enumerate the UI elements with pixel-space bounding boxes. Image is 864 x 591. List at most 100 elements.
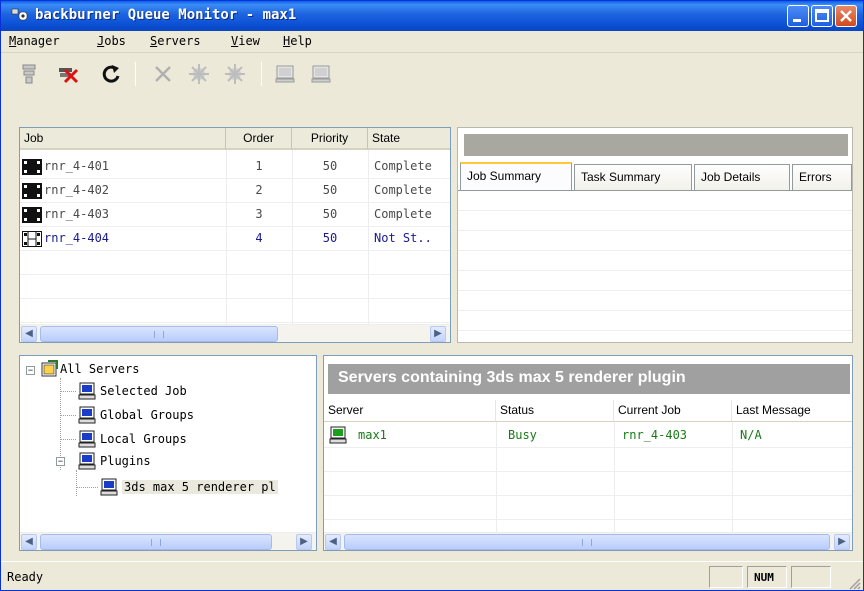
tree-item-label: Plugins bbox=[100, 454, 151, 468]
scrollbar-thumb[interactable] bbox=[40, 326, 278, 342]
server-current-job: rnr_4-403 bbox=[622, 428, 688, 442]
close-button[interactable] bbox=[835, 5, 857, 27]
job-summary-content bbox=[458, 190, 852, 342]
server-icon[interactable] bbox=[309, 62, 333, 86]
job-priority: 50 bbox=[322, 231, 338, 245]
job-name: rnr_4-401 bbox=[44, 159, 110, 173]
server-group-icon bbox=[41, 360, 58, 377]
collapse-all-servers-toggle[interactable]: − bbox=[26, 366, 35, 375]
scrollbar-thumb[interactable] bbox=[344, 534, 830, 550]
menu-view-label: iew bbox=[238, 34, 260, 48]
column-header-last-message[interactable]: Last Message bbox=[732, 400, 852, 422]
scroll-left-button[interactable]: ◀ bbox=[21, 326, 37, 342]
job-name: rnr_4-403 bbox=[44, 207, 110, 221]
menu-jobs[interactable]: Jobs bbox=[97, 34, 126, 48]
tree-connector bbox=[60, 391, 76, 392]
table-row-empty bbox=[20, 299, 450, 323]
job-list[interactable]: Job Order Priority State rnr_4-401 1 50 … bbox=[19, 127, 451, 343]
tab-job-summary[interactable]: Job Summary bbox=[460, 162, 572, 191]
server-row[interactable]: max1 Busy rnr_4-403 N/A bbox=[324, 424, 852, 448]
menu-servers[interactable]: Servers bbox=[150, 34, 201, 48]
job-detail-header bbox=[464, 134, 848, 156]
server-row-empty bbox=[324, 496, 852, 520]
scroll-right-button[interactable]: ▶ bbox=[430, 326, 446, 342]
scroll-right-button[interactable]: ▶ bbox=[296, 534, 312, 550]
tree-item-3ds-max-plugin[interactable]: 3ds max 5 renderer pl bbox=[100, 478, 316, 498]
tree-item-all-servers-label: All Servers bbox=[60, 362, 140, 376]
window-title: backburner Queue Monitor - max1 bbox=[35, 7, 297, 23]
column-header-status[interactable]: Status bbox=[496, 400, 614, 422]
horizontal-scrollbar[interactable]: ◀ ▶ bbox=[324, 532, 852, 550]
refresh-icon[interactable] bbox=[99, 62, 123, 86]
status-text: Ready bbox=[7, 570, 44, 584]
job-priority: 50 bbox=[322, 159, 338, 173]
scroll-left-button[interactable]: ◀ bbox=[21, 534, 37, 550]
backburner-app-icon bbox=[11, 8, 28, 21]
server-tree[interactable]: − All Servers Selected Job Global Groups… bbox=[19, 355, 317, 551]
minimize-icon bbox=[793, 19, 801, 22]
table-row[interactable]: rnr_4-403 3 50 Complete bbox=[20, 203, 450, 227]
tab-job-details[interactable]: Job Details bbox=[694, 164, 790, 190]
table-row-empty bbox=[20, 275, 450, 299]
scrollbar-thumb[interactable] bbox=[40, 534, 272, 550]
toolbar bbox=[1, 54, 863, 120]
deactivate-icon[interactable] bbox=[223, 62, 247, 86]
job-order: 3 bbox=[255, 207, 263, 221]
status-pane-empty bbox=[791, 566, 831, 588]
server-status: Busy bbox=[508, 428, 537, 442]
collapse-plugins-toggle[interactable]: − bbox=[56, 457, 65, 466]
job-state: Complete bbox=[374, 159, 432, 173]
horizontal-scrollbar[interactable]: ◀ ▶ bbox=[20, 532, 316, 550]
server-busy-icon bbox=[329, 426, 347, 444]
maximize-button[interactable] bbox=[811, 5, 833, 27]
job-order: 2 bbox=[255, 183, 263, 197]
maximize-icon bbox=[815, 9, 829, 22]
server-list-heading: Servers containing 3ds max 5 renderer pl… bbox=[328, 364, 850, 394]
scroll-left-button[interactable]: ◀ bbox=[325, 534, 341, 550]
num-lock-indicator: NUM bbox=[747, 566, 787, 588]
tab-errors[interactable]: Errors bbox=[792, 164, 852, 190]
menu-help[interactable]: Help bbox=[283, 34, 312, 48]
server-row-empty bbox=[324, 448, 852, 472]
server-list-panel: Servers containing 3ds max 5 renderer pl… bbox=[323, 355, 853, 551]
job-state: Not St.. bbox=[374, 231, 432, 245]
resize-grip-icon[interactable] bbox=[847, 576, 861, 590]
table-row[interactable]: rnr_4-401 1 50 Complete bbox=[20, 155, 450, 179]
remove-icon[interactable] bbox=[151, 62, 175, 86]
menu-jobs-label: obs bbox=[104, 34, 126, 48]
column-header-job[interactable]: Job bbox=[20, 128, 226, 150]
minimize-button[interactable] bbox=[787, 5, 809, 27]
column-header-priority[interactable]: Priority bbox=[292, 128, 368, 150]
tab-task-summary[interactable]: Task Summary bbox=[574, 164, 692, 190]
menu-view[interactable]: View bbox=[231, 34, 260, 48]
menu-servers-label: ervers bbox=[157, 34, 201, 48]
horizontal-scrollbar[interactable]: ◀ ▶ bbox=[20, 324, 450, 342]
menu-manager[interactable]: Manager bbox=[9, 34, 60, 48]
film-icon bbox=[22, 207, 42, 223]
tree-connector bbox=[76, 487, 98, 488]
job-order: 1 bbox=[255, 159, 263, 173]
disconnect-icon[interactable] bbox=[17, 62, 41, 86]
server-icon[interactable] bbox=[273, 62, 297, 86]
computer-icon bbox=[78, 382, 96, 400]
film-icon bbox=[22, 183, 42, 199]
film-icon bbox=[22, 159, 42, 175]
scroll-right-button[interactable]: ▶ bbox=[834, 534, 850, 550]
tree-item-label: 3ds max 5 renderer pl bbox=[122, 480, 278, 494]
status-bar: Ready NUM bbox=[1, 561, 863, 590]
film-outline-icon bbox=[22, 231, 42, 247]
column-header-state[interactable]: State bbox=[368, 128, 450, 150]
table-row[interactable]: rnr_4-402 2 50 Complete bbox=[20, 179, 450, 203]
toolbar-separator bbox=[135, 62, 136, 86]
job-order: 4 bbox=[255, 231, 263, 245]
column-header-order[interactable]: Order bbox=[226, 128, 292, 150]
delete-job-icon[interactable] bbox=[55, 62, 79, 86]
column-header-server[interactable]: Server bbox=[324, 400, 496, 422]
job-name: rnr_4-402 bbox=[44, 183, 110, 197]
title-bar[interactable]: backburner Queue Monitor - max1 bbox=[1, 1, 863, 31]
tree-item-label: Selected Job bbox=[100, 384, 187, 398]
tree-connector bbox=[76, 470, 77, 496]
column-header-current-job[interactable]: Current Job bbox=[614, 400, 732, 422]
table-row-selected[interactable]: rnr_4-404 4 50 Not St.. bbox=[20, 227, 450, 251]
activate-icon[interactable] bbox=[187, 62, 211, 86]
